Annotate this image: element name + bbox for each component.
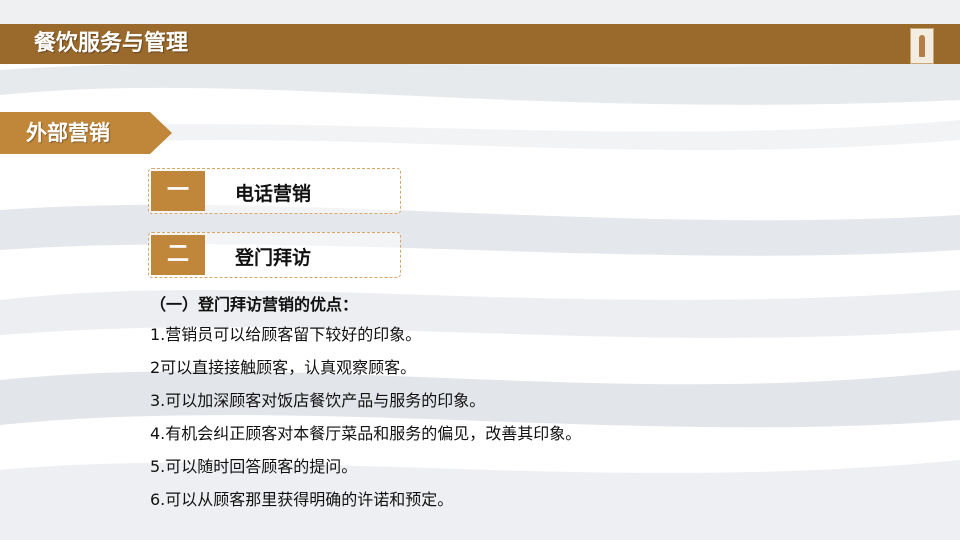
content-line: 6.可以从顾客那里获得明确的许诺和预定。: [150, 490, 454, 509]
item-box-door-visit: 二 登门拜访: [148, 232, 401, 278]
section-title: 外部营销: [26, 121, 110, 145]
content-heading: （一）登门拜访营销的优点：: [150, 295, 359, 314]
item-box-phone-marketing: 一 电话营销: [148, 168, 401, 214]
content-block: （一）登门拜访营销的优点： 1.营销员可以给顾客留下较好的印象。 2可以直接接触…: [150, 292, 850, 516]
content-line: 1.营销员可以给顾客留下较好的印象。: [150, 325, 422, 344]
page-title: 餐饮服务与管理: [34, 31, 189, 56]
section-tag: 外部营销: [0, 112, 150, 154]
figure-silhouette: [919, 35, 925, 57]
item-label: 电话营销: [235, 183, 312, 205]
section-tag-arrow: [150, 112, 172, 154]
figure-thumbnail-icon: [910, 28, 934, 64]
item-number: 一: [151, 171, 205, 211]
content-line: 4.有机会纠正顾客对本餐厅菜品和服务的偏见，改善其印象。: [150, 424, 582, 443]
content-line: 2可以直接接触顾客，认真观察顾客。: [150, 358, 417, 377]
content-line: 5.可以随时回答顾客的提问。: [150, 457, 358, 476]
title-bar: 餐饮服务与管理: [0, 24, 960, 64]
content-line: 3.可以加深顾客对饭店餐饮产品与服务的印象。: [150, 391, 486, 410]
item-number: 二: [151, 235, 205, 275]
item-label: 登门拜访: [235, 247, 312, 269]
